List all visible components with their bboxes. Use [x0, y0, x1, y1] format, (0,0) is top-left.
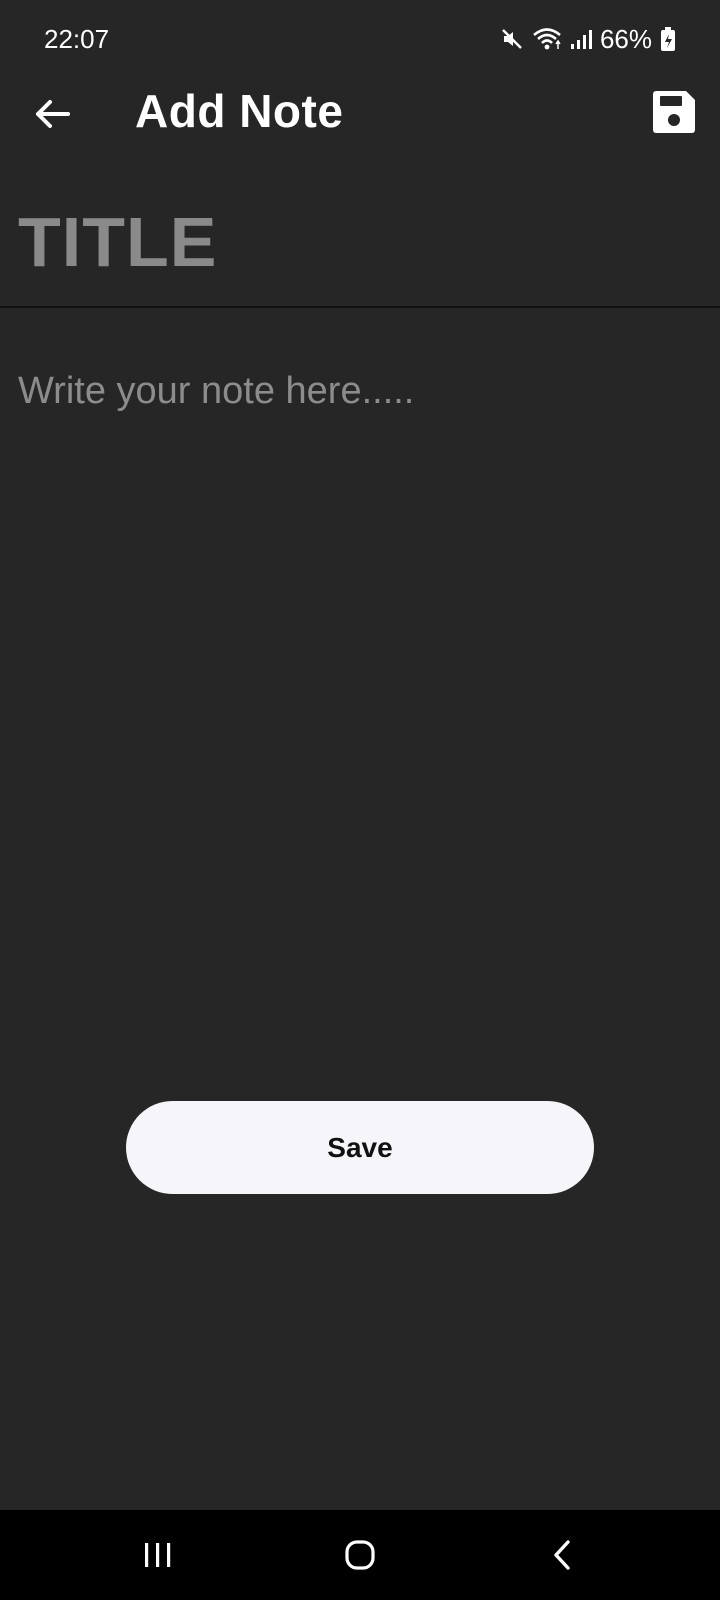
recents-button[interactable]: [133, 1532, 183, 1582]
system-back-button[interactable]: [537, 1532, 587, 1582]
home-button[interactable]: [335, 1532, 385, 1582]
status-time: 22:07: [44, 24, 110, 54]
app-bar: Add Note: [0, 80, 720, 144]
title-input-placeholder: TITLE: [18, 203, 218, 281]
wifi-icon: [532, 26, 562, 52]
add-note-screen: 22:07 66% Add Note TITLE Write your note…: [0, 0, 720, 1600]
signal-icon: [570, 27, 592, 51]
back-icon: [550, 1539, 574, 1576]
save-button[interactable]: Save: [126, 1101, 594, 1194]
recents-icon: [143, 1541, 173, 1574]
home-icon: [344, 1539, 376, 1576]
system-nav-bar: [0, 1510, 720, 1600]
battery-icon: [660, 26, 676, 52]
mute-icon: [500, 27, 524, 51]
floppy-disk-icon: [650, 91, 698, 140]
save-icon-button[interactable]: [650, 88, 698, 136]
status-icons: 66%: [500, 22, 676, 56]
page-title: Add Note: [135, 85, 344, 137]
back-arrow-icon: [30, 100, 74, 140]
back-button[interactable]: [30, 92, 74, 136]
note-body-input[interactable]: Write your note here.....: [18, 370, 414, 413]
battery-percent: 66%: [599, 23, 652, 54]
status-bar: 22:07 66%: [0, 0, 720, 80]
title-field[interactable]: TITLE: [0, 190, 720, 308]
